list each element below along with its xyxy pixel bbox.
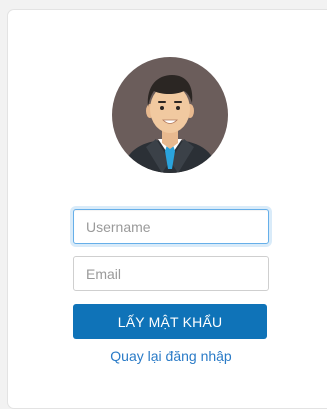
email-input[interactable] bbox=[73, 256, 269, 291]
back-to-login-link[interactable]: Quay lại đăng nhập bbox=[73, 348, 269, 364]
user-avatar-icon bbox=[112, 57, 228, 173]
recover-password-card: LẤY MẬT KHẨU Quay lại đăng nhập bbox=[7, 9, 327, 409]
username-input[interactable] bbox=[73, 209, 269, 244]
get-password-button[interactable]: LẤY MẬT KHẨU bbox=[73, 304, 267, 339]
